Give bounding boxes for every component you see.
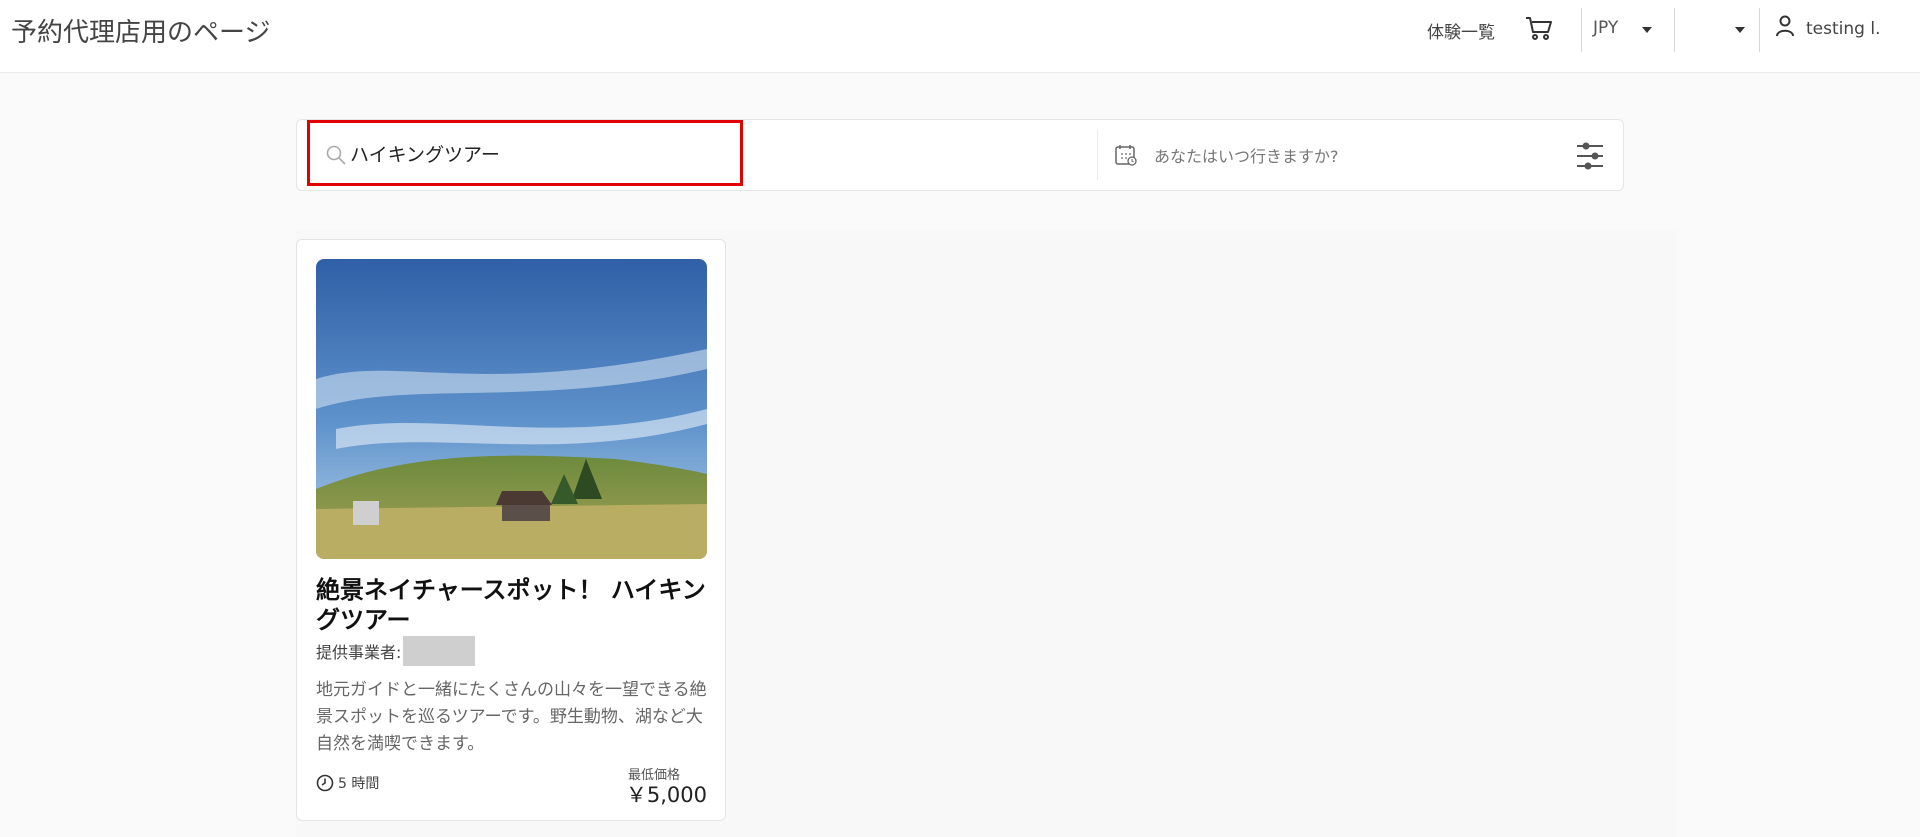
search-bar: あなたはいつ行きますか? (296, 119, 1624, 191)
search-divider (1097, 130, 1098, 180)
keyword-search-input[interactable] (350, 135, 730, 171)
nav-divider (1759, 8, 1760, 52)
user-name: testing l. (1806, 19, 1881, 39)
nav-divider (1581, 8, 1582, 52)
top-navbar: 予約代理店用のページ 体験一覧 JPY testing l. (0, 0, 1920, 73)
experience-description: 地元ガイドと一緒にたくさんの山々を一望できる絶景スポットを巡るツアーです。野生動… (316, 680, 707, 754)
search-icon (326, 145, 346, 165)
experience-photo[interactable] (316, 259, 707, 559)
provider-name-redacted (403, 636, 476, 666)
user-icon (1776, 15, 1794, 37)
keyword-search-box[interactable] (307, 120, 743, 186)
calendar-icon (1115, 145, 1137, 166)
currency-chevron-down-icon (1642, 27, 1652, 33)
date-placeholder: あなたはいつ行きますか? (1154, 147, 1339, 166)
clock-icon (316, 774, 334, 792)
experience-title[interactable]: 絶景ネイチャースポット！ ハイキングツアー (316, 575, 711, 635)
currency-value: JPY (1593, 18, 1619, 38)
filter-sliders-icon[interactable] (1575, 140, 1605, 172)
site-title[interactable]: 予約代理店用のページ (11, 12, 270, 49)
experience-card[interactable]: 絶景ネイチャースポット！ ハイキングツアー 提供事業者: 地元ガイドと一緒にたく… (296, 239, 726, 821)
provider-row: 提供事業者: (316, 636, 476, 666)
language-chevron-down-icon (1735, 27, 1745, 33)
cart-icon[interactable] (1524, 14, 1554, 42)
price-value: ￥5,000 (625, 783, 707, 807)
provider-label: 提供事業者: (316, 643, 402, 662)
duration-text: 5 時間 (338, 776, 380, 792)
duration-row: 5 時間 (316, 773, 379, 793)
nav-divider (1674, 8, 1675, 52)
nav-experiences-link[interactable]: 体験一覧 (1427, 18, 1495, 43)
